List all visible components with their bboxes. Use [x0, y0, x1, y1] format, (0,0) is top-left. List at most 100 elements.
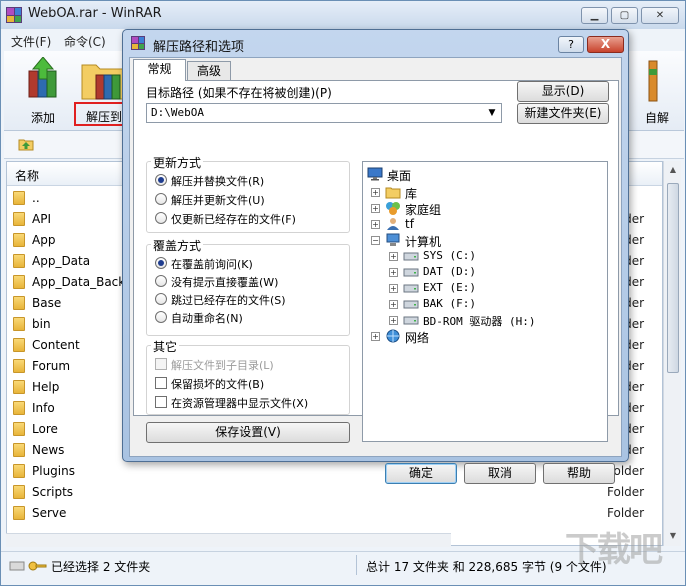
- menu-commands[interactable]: 命令(C): [64, 33, 106, 50]
- wizard-button[interactable]: 自解: [629, 53, 669, 127]
- expand-icon[interactable]: +: [389, 268, 398, 277]
- scroll-up-arrow[interactable]: ▲: [666, 163, 680, 177]
- menu-file[interactable]: 文件(F): [11, 33, 51, 50]
- radio-label: 自动重命名(N): [171, 312, 243, 325]
- minimize-button[interactable]: ▁: [581, 7, 608, 24]
- misc-group: 其它 解压文件到子目录(L) 保留损坏的文件(B) 在资源管理器中显示文件(X): [146, 338, 350, 415]
- folder-icon: [13, 380, 25, 394]
- checkbox-label: 解压文件到子目录(L): [171, 359, 274, 372]
- dialog-body: 高级 目标路径 (如果不存在将被创建)(P) 显示(D) D:\WebOA ▼ …: [129, 57, 622, 484]
- radio-label: 跳过已经存在的文件(S): [171, 294, 286, 307]
- up-folder-icon[interactable]: [18, 136, 34, 152]
- collapse-icon[interactable]: −: [371, 236, 380, 245]
- expand-icon[interactable]: +: [389, 284, 398, 293]
- window-close-button[interactable]: ✕: [641, 7, 679, 24]
- scroll-thumb[interactable]: [667, 183, 679, 373]
- tree-label: EXT (E:): [423, 281, 476, 294]
- tree-label: 家庭组: [405, 203, 442, 217]
- new-folder-button[interactable]: 新建文件夹(E): [517, 103, 609, 124]
- drive-icon: [403, 300, 419, 309]
- radio-indicator: [155, 275, 167, 287]
- tree-label: SYS (C:): [423, 249, 476, 262]
- folder-books-icon: [81, 64, 125, 100]
- file-name: ..: [32, 191, 40, 205]
- folder-icon: [13, 212, 25, 226]
- file-row[interactable]: Scripts Folder: [7, 482, 662, 503]
- expand-icon[interactable]: +: [371, 332, 380, 341]
- file-name: Base: [32, 296, 62, 310]
- file-name: Plugins: [32, 464, 75, 478]
- dialog-title: 解压路径和选项: [153, 40, 245, 55]
- status-key-icon: [9, 561, 47, 571]
- show-button[interactable]: 显示(D): [517, 81, 609, 102]
- expand-icon[interactable]: +: [371, 188, 380, 197]
- cancel-button[interactable]: 取消: [464, 463, 536, 484]
- file-name: Content: [32, 338, 80, 352]
- file-name: App_Data: [32, 254, 91, 268]
- file-name: News: [32, 443, 65, 457]
- chevron-down-icon[interactable]: ▼: [485, 105, 499, 121]
- file-row[interactable]: Serve Folder: [7, 503, 662, 524]
- watermark-logo: 下载吧: [565, 530, 663, 570]
- expand-icon[interactable]: +: [371, 220, 380, 229]
- vertical-scrollbar[interactable]: ▲ ▼: [663, 161, 681, 546]
- tab-general[interactable]: 常规: [133, 59, 186, 81]
- folder-icon: [13, 317, 25, 331]
- checkbox-indicator: [155, 377, 167, 389]
- tree-label: BAK (F:): [423, 297, 476, 310]
- maximize-button[interactable]: ▢: [611, 7, 638, 24]
- file-name: API: [32, 212, 51, 226]
- status-selected: 已经选择 2 文件夹: [51, 560, 151, 574]
- dialog-titlebar[interactable]: 解压路径和选项 ? X: [123, 30, 628, 56]
- checkbox-label: 在资源管理器中显示文件(X): [171, 397, 309, 410]
- folder-icon: [13, 422, 25, 436]
- tab-advanced[interactable]: 高级: [187, 61, 231, 81]
- tree-label: 网络: [405, 331, 430, 345]
- folder-icon: [13, 254, 25, 268]
- extract-highlight-box: [74, 102, 126, 126]
- radio-label: 在覆盖前询问(K): [171, 258, 253, 271]
- expand-icon[interactable]: +: [389, 252, 398, 261]
- dialog-close-button[interactable]: X: [587, 36, 624, 53]
- folder-icon: [13, 464, 25, 478]
- target-path-label: 目标路径 (如果不存在将被创建)(P): [146, 86, 332, 100]
- file-name: bin: [32, 317, 51, 331]
- user-icon: [387, 218, 399, 230]
- homegroup-icon: [386, 202, 400, 215]
- radio-label: 解压并更新文件(U): [171, 194, 265, 207]
- folder-icon: [13, 359, 25, 373]
- books-add-icon: [28, 57, 57, 98]
- wizard-icon: [648, 60, 658, 102]
- misc-title: 其它: [151, 338, 180, 355]
- horizontal-scrollbar[interactable]: [6, 533, 451, 547]
- tree-label: 桌面: [387, 169, 412, 183]
- ok-button[interactable]: 确定: [385, 463, 457, 484]
- radio-label: 没有提示直接覆盖(W): [171, 276, 279, 289]
- tree-label: DAT (D:): [423, 265, 476, 278]
- file-name: App: [32, 233, 56, 247]
- folder-icon: [13, 296, 25, 310]
- expand-icon[interactable]: +: [371, 204, 380, 213]
- target-path-combobox[interactable]: D:\WebOA ▼: [146, 103, 502, 123]
- tree-label: 库: [405, 187, 418, 201]
- update-mode-title: 更新方式: [151, 154, 204, 171]
- folder-icon: [13, 485, 25, 499]
- help-button[interactable]: 帮助: [543, 463, 615, 484]
- save-settings-button[interactable]: 保存设置(V): [146, 422, 350, 443]
- column-name-header[interactable]: 名称: [15, 167, 39, 184]
- dialog-app-icon: [131, 36, 145, 50]
- file-name: Forum: [32, 359, 71, 373]
- expand-icon[interactable]: +: [389, 316, 398, 325]
- folder-tree[interactable]: 桌面 + 库 + 家庭组 + tf − 计算机 + SYS (C:) + DAT…: [362, 161, 608, 442]
- window-title: WebOA.rar - WinRAR: [28, 6, 162, 21]
- add-button[interactable]: 添加: [13, 53, 73, 127]
- winrar-app-icon: [6, 7, 22, 23]
- dialog-help-button[interactable]: ?: [558, 36, 584, 53]
- drive-icon: [403, 316, 419, 325]
- tree-label: BD-ROM 驱动器 (H:): [423, 315, 536, 328]
- folder-icon: [13, 401, 25, 415]
- radio-indicator: [155, 212, 167, 224]
- radio-indicator: [155, 174, 167, 186]
- add-label: 添加: [30, 111, 55, 125]
- expand-icon[interactable]: +: [389, 300, 398, 309]
